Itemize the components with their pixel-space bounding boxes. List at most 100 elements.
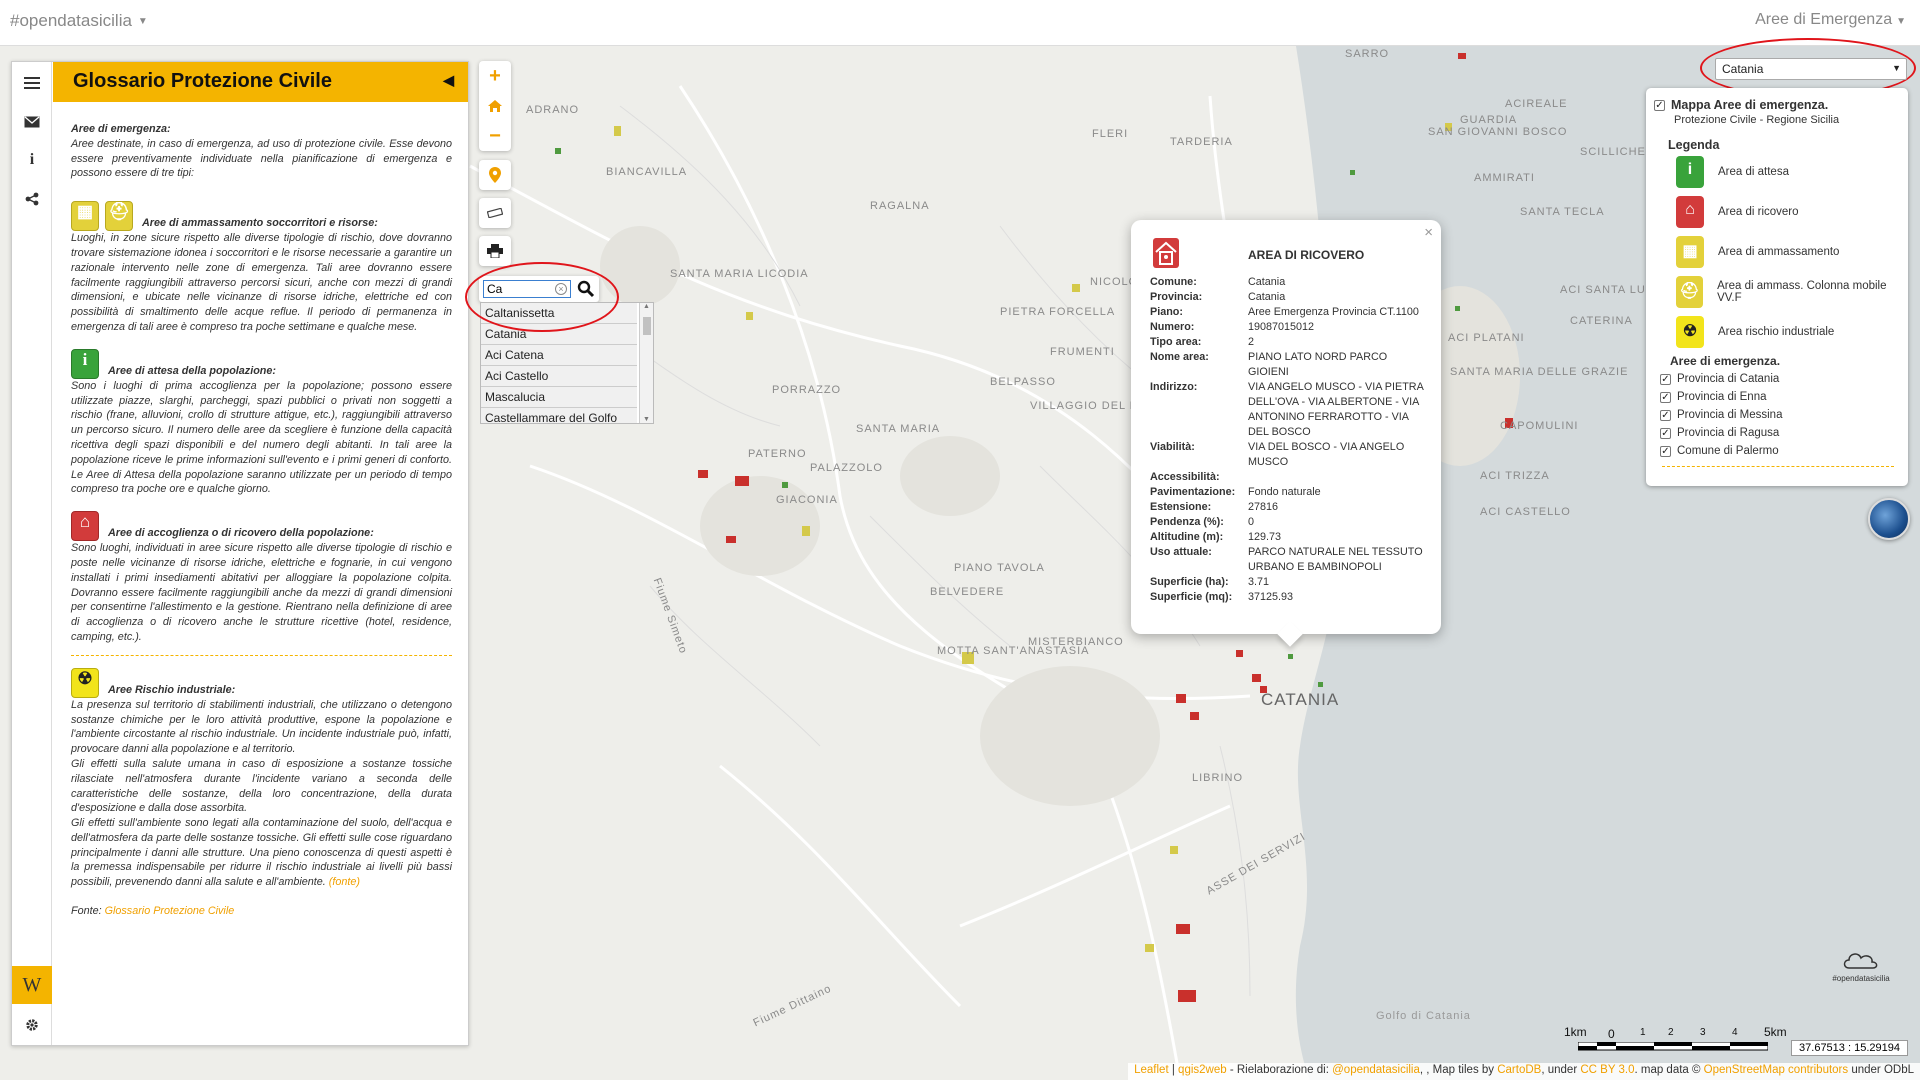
scale-bar: 1km 5km 0 1 2 3 4 xyxy=(1564,1025,1787,1055)
scroll-down-arrow-icon[interactable]: ▼ xyxy=(640,416,653,423)
qgis2web-link[interactable]: qgis2web xyxy=(1178,1064,1227,1076)
legend-label: Area rischio industriale xyxy=(1718,326,1835,338)
scroll-up-arrow-icon[interactable]: ▲ xyxy=(640,303,653,310)
mail-icon[interactable] xyxy=(12,103,52,141)
map-place-label: PATERNO xyxy=(748,448,807,460)
legend-label: Area di ammassamento xyxy=(1718,246,1840,258)
info-icon[interactable]: i xyxy=(12,141,52,179)
suggestion-item[interactable]: Aci Catena xyxy=(481,345,637,366)
popup-row: Nome area: PIANO LATO NORD PARCO GIOIENI xyxy=(1150,350,1425,380)
group-layer-label: Provincia di Ragusa xyxy=(1677,427,1780,439)
gear-icon[interactable] xyxy=(12,1006,52,1044)
leaflet-link[interactable]: Leaflet xyxy=(1134,1064,1169,1076)
main-layer-toggle[interactable]: ✓ Mappa Aree di emergenza. xyxy=(1654,96,1908,114)
map-place-label: SANTA TECLA xyxy=(1520,206,1605,218)
popup-key: Provincia: xyxy=(1150,291,1203,303)
popup-value: Catania xyxy=(1248,291,1286,303)
section-ammassamento: ▦ ⛑ Aree di ammassamento soccorritori e r… xyxy=(71,201,452,335)
share-icon[interactable] xyxy=(12,180,52,218)
source-link[interactable]: Glossario Protezione Civile xyxy=(105,905,235,917)
group-layer-toggle[interactable]: ✓ Provincia di Enna xyxy=(1654,388,1908,406)
basemap-globe-icon[interactable] xyxy=(1868,498,1910,540)
page-menu-dropdown[interactable]: Aree di Emergenza ▼ xyxy=(1755,11,1906,29)
popup-value: PARCO NATURALE NEL TESSUTO URBANO E BAMB… xyxy=(1248,546,1423,573)
group-layer-toggle[interactable]: ✓ Provincia di Ragusa xyxy=(1654,424,1908,442)
section-text: Luoghi, in zone sicure rispetto alle div… xyxy=(71,232,452,333)
popup-title: AREA DI RICOVERO xyxy=(1248,248,1365,262)
caret-down-icon: ▼ xyxy=(137,16,148,28)
layers-legend-panel: ✓ Mappa Aree di emergenza. Protezione Civ… xyxy=(1646,88,1908,486)
ccby-link[interactable]: CC BY 3.0 xyxy=(1580,1064,1634,1076)
map-place-label: CAPOMULINI xyxy=(1500,420,1579,432)
ammassamento-icon: ▦ xyxy=(71,201,99,232)
group-layer-label: Provincia di Catania xyxy=(1677,373,1780,385)
opendatasicilia-logo: #opendatasicilia xyxy=(1818,948,1904,988)
attr-text: - Rielaborazione di: xyxy=(1226,1064,1333,1076)
osm-link[interactable]: OpenStreetMap contributors xyxy=(1704,1064,1848,1076)
ricovero-icon: ⌂ xyxy=(71,511,99,542)
map-place-label: Golfo di Catania xyxy=(1376,1010,1471,1022)
sidebar-title: Glossario Protezione Civile xyxy=(73,70,332,92)
map-place-label: GIACONIA xyxy=(776,494,838,506)
popup-row: Altitudine (m): 129.73 xyxy=(1150,530,1425,545)
map-place-label: BELVEDERE xyxy=(930,586,1005,598)
province-select[interactable]: Catania ▼ xyxy=(1715,58,1907,80)
legend-symbol-icon: ☢ xyxy=(1676,316,1704,348)
popup-row: Piano: Aree Emergenza Provincia CT.1100 xyxy=(1150,305,1425,320)
glossary-sidebar: i W Glossario Protezione Civile ◀ Aree d… xyxy=(11,61,469,1046)
group-layer-toggle[interactable]: ✓ Comune di Palermo xyxy=(1654,442,1908,460)
suggestion-item[interactable]: Mascalucia xyxy=(481,387,637,408)
section-title: Aree di accoglienza o di ricovero della … xyxy=(108,527,374,540)
group-layer-toggle[interactable]: ✓ Provincia di Catania xyxy=(1654,370,1908,388)
opendatasicilia-link[interactable]: @opendatasicilia xyxy=(1332,1064,1420,1076)
checkbox[interactable]: ✓ xyxy=(1660,409,1671,421)
brand-dropdown[interactable]: #opendatasicilia ▼ xyxy=(10,11,148,31)
main-layer-title: Mappa Aree di emergenza. xyxy=(1671,98,1829,112)
popup-key: Uso attuale: xyxy=(1150,546,1212,558)
scrollbar-thumb[interactable] xyxy=(643,317,651,335)
suggestion-item[interactable]: Castellammare del Golfo xyxy=(481,408,637,423)
zoom-out-button[interactable]: − xyxy=(479,121,511,151)
map-place-label: SANTA MARIA DELLE GRAZIE xyxy=(1450,366,1629,378)
popup-row: Estensione: 27816 xyxy=(1150,500,1425,515)
legend-list: i Area di attesa ⌂ Area di ricovero ▦ Area di… xyxy=(1654,152,1908,352)
attr-text: under ODbL xyxy=(1848,1064,1914,1076)
print-icon[interactable] xyxy=(479,236,511,266)
legend-item: ▦ Area di ammassamento xyxy=(1654,232,1908,272)
checkbox[interactable]: ✓ xyxy=(1660,427,1671,439)
group-layer-toggle[interactable]: ✓ Provincia di Messina xyxy=(1654,406,1908,424)
checkbox[interactable]: ✓ xyxy=(1660,373,1671,385)
menu-icon[interactable] xyxy=(12,64,52,102)
sidebar-tabs: i W xyxy=(12,62,52,1045)
scrollbar[interactable]: ▲ ▼ xyxy=(639,303,653,423)
fonte-link[interactable]: (fonte) xyxy=(329,876,360,888)
section-ricovero: ⌂ Aree di accoglienza o di ricovero dell… xyxy=(71,511,452,645)
popup-row: Uso attuale: PARCO NATURALE NEL TESSUTO U… xyxy=(1150,545,1425,575)
popup-row: Superficie (ha): 3.71 xyxy=(1150,575,1425,590)
feature-popup: × AREA DI RICOVERO Comune: Catania Provinc… xyxy=(1131,220,1441,634)
popup-value: 27816 xyxy=(1248,501,1279,513)
zoom-in-button[interactable]: + xyxy=(479,61,511,91)
cartodb-link[interactable]: CartoDB xyxy=(1497,1064,1541,1076)
checkbox[interactable]: ✓ xyxy=(1654,99,1665,111)
measure-ruler-icon[interactable] xyxy=(479,198,511,228)
popup-attributes: Comune: Catania Provincia: Catania Piano: Are… xyxy=(1150,275,1425,605)
legend-glyph: ▦ xyxy=(1682,243,1698,260)
section-title: Aree di attesa della popolazione: xyxy=(108,364,276,377)
province-select-value: Catania xyxy=(1722,62,1764,76)
wiki-icon[interactable]: W xyxy=(12,966,52,1004)
close-icon[interactable]: × xyxy=(1424,224,1433,241)
checkbox[interactable]: ✓ xyxy=(1660,391,1671,403)
collapse-arrow-icon[interactable]: ◀ xyxy=(443,72,454,89)
checkbox[interactable]: ✓ xyxy=(1660,445,1671,457)
suggestion-item[interactable]: Aci Castello xyxy=(481,366,637,387)
locate-icon[interactable] xyxy=(479,160,511,190)
scale-graphic xyxy=(1578,1042,1768,1051)
home-icon[interactable] xyxy=(479,91,511,121)
section-title: Aree di ammassamento soccorritori e riso… xyxy=(142,217,378,230)
section-text-body: Gli effetti sull'ambiente sono legati al… xyxy=(71,817,452,889)
legend-symbol-icon: ⛑ xyxy=(1676,276,1704,308)
map-place-label: ADRANO xyxy=(526,104,580,116)
legend-glyph: ☢ xyxy=(1682,323,1698,340)
popup-row: Tipo area: 2 xyxy=(1150,335,1425,350)
